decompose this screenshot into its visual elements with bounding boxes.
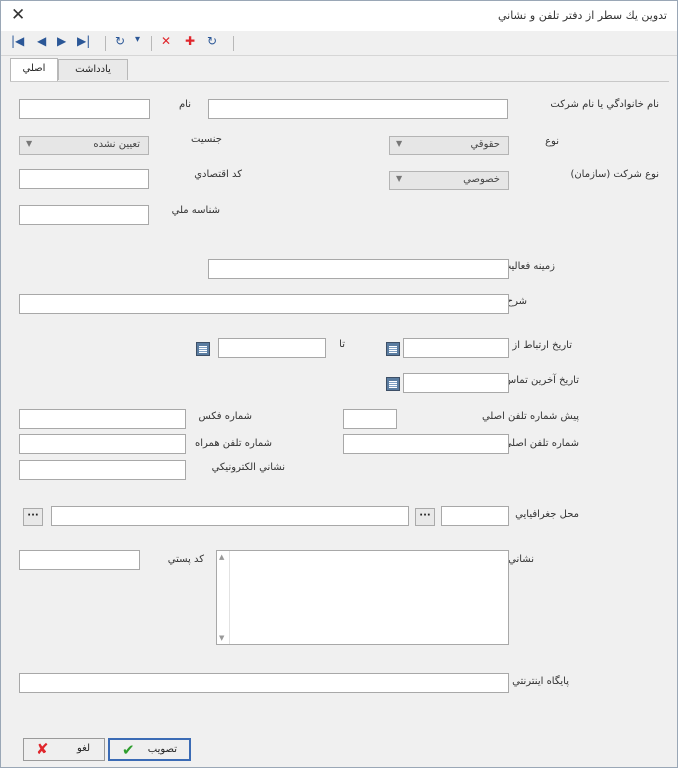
dialog-window: تدوين يك سطر از دفتر تلفن و نشاني ✕ |◀ ◀… xyxy=(0,0,678,768)
type-select[interactable]: حقوقي ▼ xyxy=(389,136,509,155)
geo-code-browse-button[interactable]: ··· xyxy=(415,508,435,526)
national-id-input[interactable] xyxy=(19,205,149,225)
activity-input[interactable] xyxy=(208,259,509,279)
refresh-dropdown-icon[interactable]: ▾ xyxy=(135,34,140,45)
scroll-down-icon[interactable]: ▼ xyxy=(219,634,224,642)
gender-select[interactable]: تعيين نشده ▼ xyxy=(19,136,149,155)
type-label: نوع xyxy=(545,136,559,147)
phone-prefix-input[interactable] xyxy=(343,409,397,429)
last-contact-label: تاريخ آخرين تماس xyxy=(504,375,579,386)
national-id-label: شناسه ملي xyxy=(171,205,220,216)
toolbar-separator xyxy=(151,36,152,51)
fax-label: شماره فكس xyxy=(198,411,252,422)
refresh-icon[interactable]: ↻ xyxy=(115,34,125,48)
geo-location-label: محل جغرافيايي xyxy=(515,509,579,520)
org-type-select-value: خصوصي xyxy=(463,174,500,185)
family-name-input[interactable] xyxy=(208,99,508,119)
chevron-down-icon: ▼ xyxy=(26,139,33,148)
tab-main[interactable]: اصلي xyxy=(10,58,58,81)
address-scrollbar[interactable]: ▲ ▼ xyxy=(217,551,230,644)
contact-date-from-label: تاريخ ارتباط از xyxy=(512,340,572,351)
contact-date-to-input[interactable] xyxy=(218,338,326,358)
delete-icon[interactable]: ✕ xyxy=(161,34,171,48)
ok-button[interactable]: ✔ تصويب xyxy=(108,738,191,761)
prev-record-icon[interactable]: ◀ xyxy=(37,34,46,48)
cancel-x-icon: ✘ xyxy=(36,740,49,758)
description-input[interactable] xyxy=(19,294,509,314)
toolbar-separator xyxy=(105,36,106,51)
geo-code-input[interactable] xyxy=(441,506,509,526)
contact-date-to-label: تا xyxy=(339,339,345,350)
last-contact-input[interactable] xyxy=(403,373,509,393)
phone-prefix-label: پيش شماره تلفن اصلي xyxy=(481,411,579,422)
description-label: شرح xyxy=(506,296,527,307)
add-icon[interactable]: ✚ xyxy=(185,34,195,48)
website-input[interactable] xyxy=(19,673,509,693)
postal-code-input[interactable] xyxy=(19,550,140,570)
first-record-icon[interactable]: |◀ xyxy=(11,34,24,48)
scroll-up-icon[interactable]: ▲ xyxy=(219,553,224,561)
first-name-label: نام xyxy=(178,99,191,110)
checkmark-icon: ✔ xyxy=(122,741,135,759)
family-name-label: نام خانوادگي يا نام شركت xyxy=(550,99,659,110)
economic-code-label: كد اقتصادي xyxy=(194,169,242,180)
contact-date-from-input[interactable] xyxy=(403,338,509,358)
gender-select-value: تعيين نشده xyxy=(93,139,140,150)
close-icon[interactable]: ✕ xyxy=(11,5,25,25)
address-textarea[interactable]: ▲ ▼ xyxy=(216,550,509,645)
website-label: پايگاه اينترنتي xyxy=(512,676,569,687)
record-toolbar: |◀ ◀ ▶ ▶| ↻ ▾ ✕ ✚ ↻ xyxy=(1,31,677,56)
calendar-icon[interactable] xyxy=(196,342,210,356)
window-title: تدوين يك سطر از دفتر تلفن و نشاني xyxy=(497,9,667,22)
chevron-down-icon: ▼ xyxy=(396,174,403,183)
email-input[interactable] xyxy=(19,460,186,480)
cancel-button[interactable]: ✘ لغو xyxy=(23,738,105,761)
tab-notes[interactable]: يادداشت xyxy=(58,59,128,80)
main-phone-label: شماره تلفن اصلي xyxy=(503,438,579,449)
activity-label: زمينه فعاليت xyxy=(501,261,555,272)
tab-strip: اصلي يادداشت xyxy=(1,58,677,81)
org-type-select[interactable]: خصوصي ▼ xyxy=(389,171,509,190)
next-record-icon[interactable]: ▶ xyxy=(57,34,66,48)
gender-label: جنسيت xyxy=(191,134,222,145)
first-name-input[interactable] xyxy=(19,99,150,119)
main-phone-input[interactable] xyxy=(343,434,509,454)
type-select-value: حقوقي xyxy=(470,139,500,150)
geo-name-input[interactable] xyxy=(51,506,409,526)
economic-code-input[interactable] xyxy=(19,169,149,189)
address-label: نشاني xyxy=(508,554,534,565)
reload-icon[interactable]: ↻ xyxy=(207,34,217,48)
calendar-icon[interactable] xyxy=(386,342,400,356)
title-bar: تدوين يك سطر از دفتر تلفن و نشاني ✕ xyxy=(1,1,677,31)
geo-name-browse-button[interactable]: ··· xyxy=(23,508,43,526)
email-label: نشاني الكترونيكي xyxy=(211,462,285,473)
mobile-input[interactable] xyxy=(19,434,186,454)
last-record-icon[interactable]: ▶| xyxy=(77,34,90,48)
chevron-down-icon: ▼ xyxy=(396,139,403,148)
calendar-icon[interactable] xyxy=(386,377,400,391)
toolbar-separator xyxy=(233,36,234,51)
fax-input[interactable] xyxy=(19,409,186,429)
org-type-label: نوع شركت (سازمان) xyxy=(570,169,659,180)
mobile-label: شماره تلفن همراه xyxy=(195,438,272,449)
postal-code-label: كد پستي xyxy=(167,554,204,565)
